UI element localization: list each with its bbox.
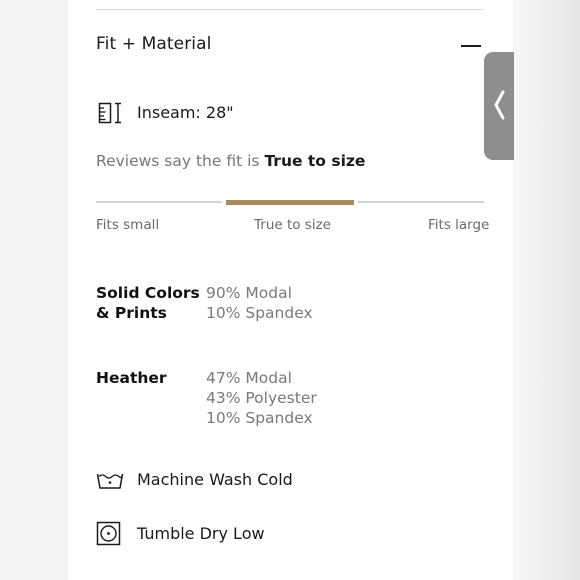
minus-icon	[461, 45, 481, 47]
material-name: & Prints	[96, 304, 167, 322]
fit-scale-segment-large	[358, 201, 484, 203]
collapse-button[interactable]	[458, 36, 484, 56]
material-composition: 10% Spandex	[206, 409, 313, 427]
tumble-dry-icon	[96, 521, 121, 546]
wash-tub-icon	[96, 473, 124, 489]
fit-scale-segment-small	[96, 201, 222, 203]
fit-label-small: Fits small	[96, 217, 160, 233]
ruler-icon	[98, 102, 121, 124]
fit-label-large: Fits large	[428, 217, 490, 233]
material-composition: 90% Modal	[206, 284, 292, 302]
material-name: Solid Colors	[96, 284, 200, 302]
inseam-text: Inseam: 28"	[137, 103, 234, 122]
fit-review-verdict: True to size	[264, 152, 366, 170]
background-shade	[513, 0, 580, 580]
material-composition: 47% Modal	[206, 369, 292, 387]
care-instruction: Tumble Dry Low	[137, 524, 265, 543]
fit-review-summary: Reviews say the fit is True to size	[96, 152, 365, 170]
fit-scale-segment-true	[226, 200, 354, 205]
section-title: Fit + Material	[96, 34, 212, 54]
care-instruction: Machine Wash Cold	[137, 470, 293, 489]
fit-review-prefix: Reviews say the fit is	[96, 152, 260, 170]
side-drawer-tab[interactable]	[484, 52, 514, 160]
material-composition: 43% Polyester	[206, 389, 317, 407]
material-composition: 10% Spandex	[206, 304, 313, 322]
divider	[96, 9, 484, 10]
fit-label-true: True to size	[254, 217, 331, 233]
chevron-left-icon	[494, 90, 505, 120]
material-name: Heather	[96, 369, 167, 387]
